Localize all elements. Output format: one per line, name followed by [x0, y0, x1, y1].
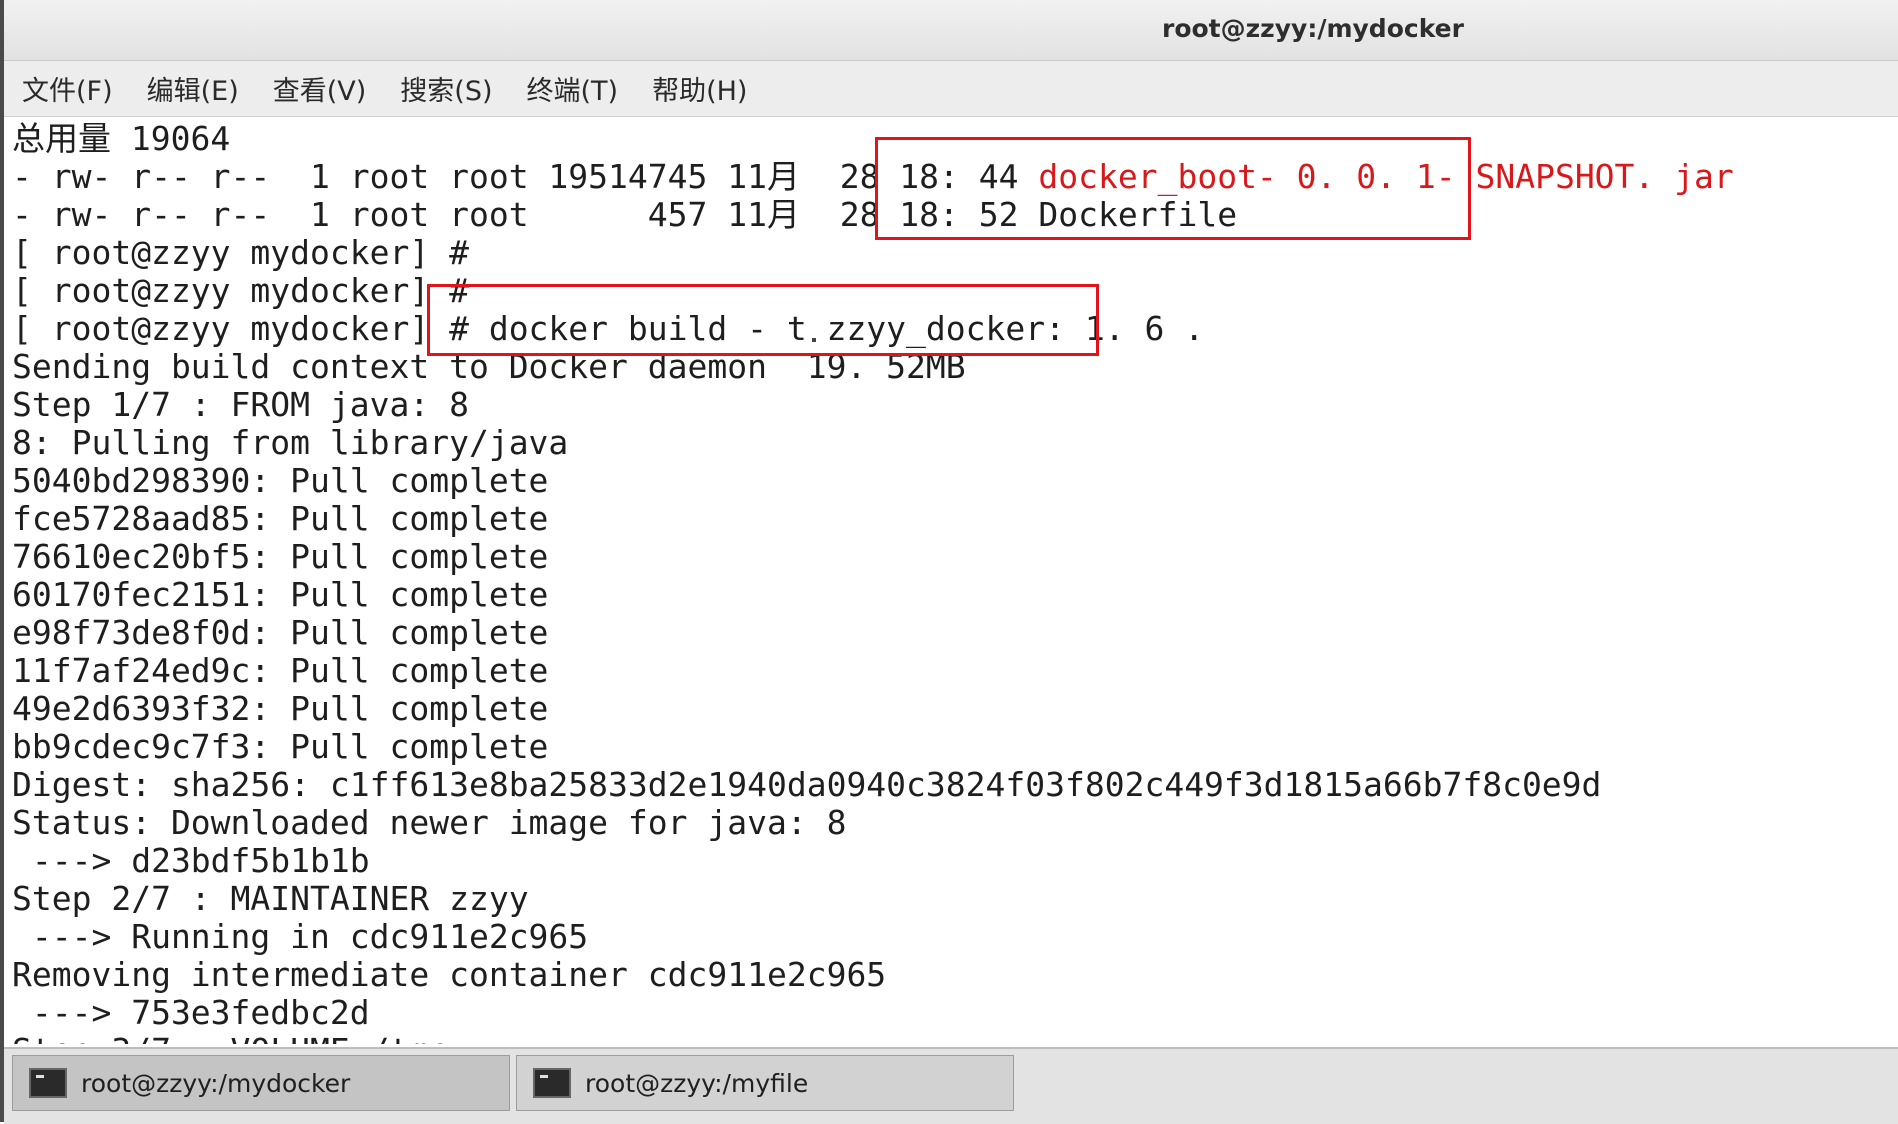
window-title: root@zzyy:/mydocker: [1162, 14, 1464, 43]
terminal-line: - rw- r-- r-- 1 root root 19514745 11月 2…: [12, 158, 1734, 196]
terminal-line: Step 3/7 : VOLUME /tmp: [12, 1032, 449, 1045]
terminal-line: 76610ec20bf5: Pull complete: [12, 537, 549, 576]
terminal-line: ---> Running in cdc911e2c965: [12, 917, 589, 956]
taskbar: root@zzyy:/mydocker root@zzyy:/myfile: [4, 1047, 1898, 1124]
task-mydocker[interactable]: root@zzyy:/mydocker: [12, 1055, 510, 1111]
terminal-line: Digest: sha256: c1ff613e8ba25833d2e1940d…: [12, 765, 1602, 804]
menu-help[interactable]: 帮助(H): [650, 65, 749, 112]
terminal-line: 49e2d6393f32: Pull complete: [12, 689, 549, 728]
title-bar[interactable]: root@zzyy:/mydocker: [4, 0, 1898, 61]
terminal-line: 5040bd298390: Pull complete: [12, 461, 549, 500]
terminal-line: Step 2/7 : MAINTAINER zzyy: [12, 879, 529, 918]
cursor-dot: [812, 338, 816, 342]
terminal-icon: [29, 1068, 67, 1098]
terminal-line: 总用量 19064: [12, 120, 231, 158]
terminal-icon: [533, 1068, 571, 1098]
terminal-line: Removing intermediate container cdc911e2…: [12, 955, 887, 994]
menu-edit[interactable]: 编辑(E): [145, 65, 241, 112]
terminal-line: 11f7af24ed9c: Pull complete: [12, 651, 549, 690]
terminal-window: root@zzyy:/mydocker 文件(F) 编辑(E) 查看(V) 搜索…: [0, 0, 1898, 1124]
task-label: root@zzyy:/mydocker: [81, 1068, 351, 1098]
menu-view[interactable]: 查看(V): [271, 65, 369, 112]
terminal-line: Step 1/7 : FROM java: 8: [12, 385, 469, 424]
menu-search[interactable]: 搜索(S): [398, 65, 494, 112]
terminal-line: ---> d23bdf5b1b1b: [12, 841, 370, 880]
menu-terminal[interactable]: 终端(T): [525, 65, 621, 112]
task-myfile[interactable]: root@zzyy:/myfile: [516, 1055, 1014, 1111]
terminal-line: 60170fec2151: Pull complete: [12, 575, 549, 614]
terminal-line: e98f73de8f0d: Pull complete: [12, 613, 549, 652]
menu-file[interactable]: 文件(F): [20, 65, 115, 112]
terminal-line: [ root@zzyy mydocker] #: [12, 271, 469, 310]
terminal-line: bb9cdec9c7f3: Pull complete: [12, 727, 549, 766]
jar-file-highlight: [875, 137, 1471, 240]
terminal-line: Status: Downloaded newer image for java:…: [12, 803, 847, 842]
task-label: root@zzyy:/myfile: [585, 1068, 809, 1098]
terminal-line: fce5728aad85: Pull complete: [12, 499, 549, 538]
terminal-line: [ root@zzyy mydocker] #: [12, 233, 469, 272]
terminal-output[interactable]: 总用量 19064 - rw- r-- r-- 1 root root 1951…: [8, 120, 1896, 1044]
menu-bar: 文件(F) 编辑(E) 查看(V) 搜索(S) 终端(T) 帮助(H): [4, 61, 1898, 117]
terminal-line: ---> 753e3fedbc2d: [12, 993, 370, 1032]
terminal-line: 8: Pulling from library/java: [12, 423, 569, 462]
build-command-highlight: [427, 284, 1099, 356]
